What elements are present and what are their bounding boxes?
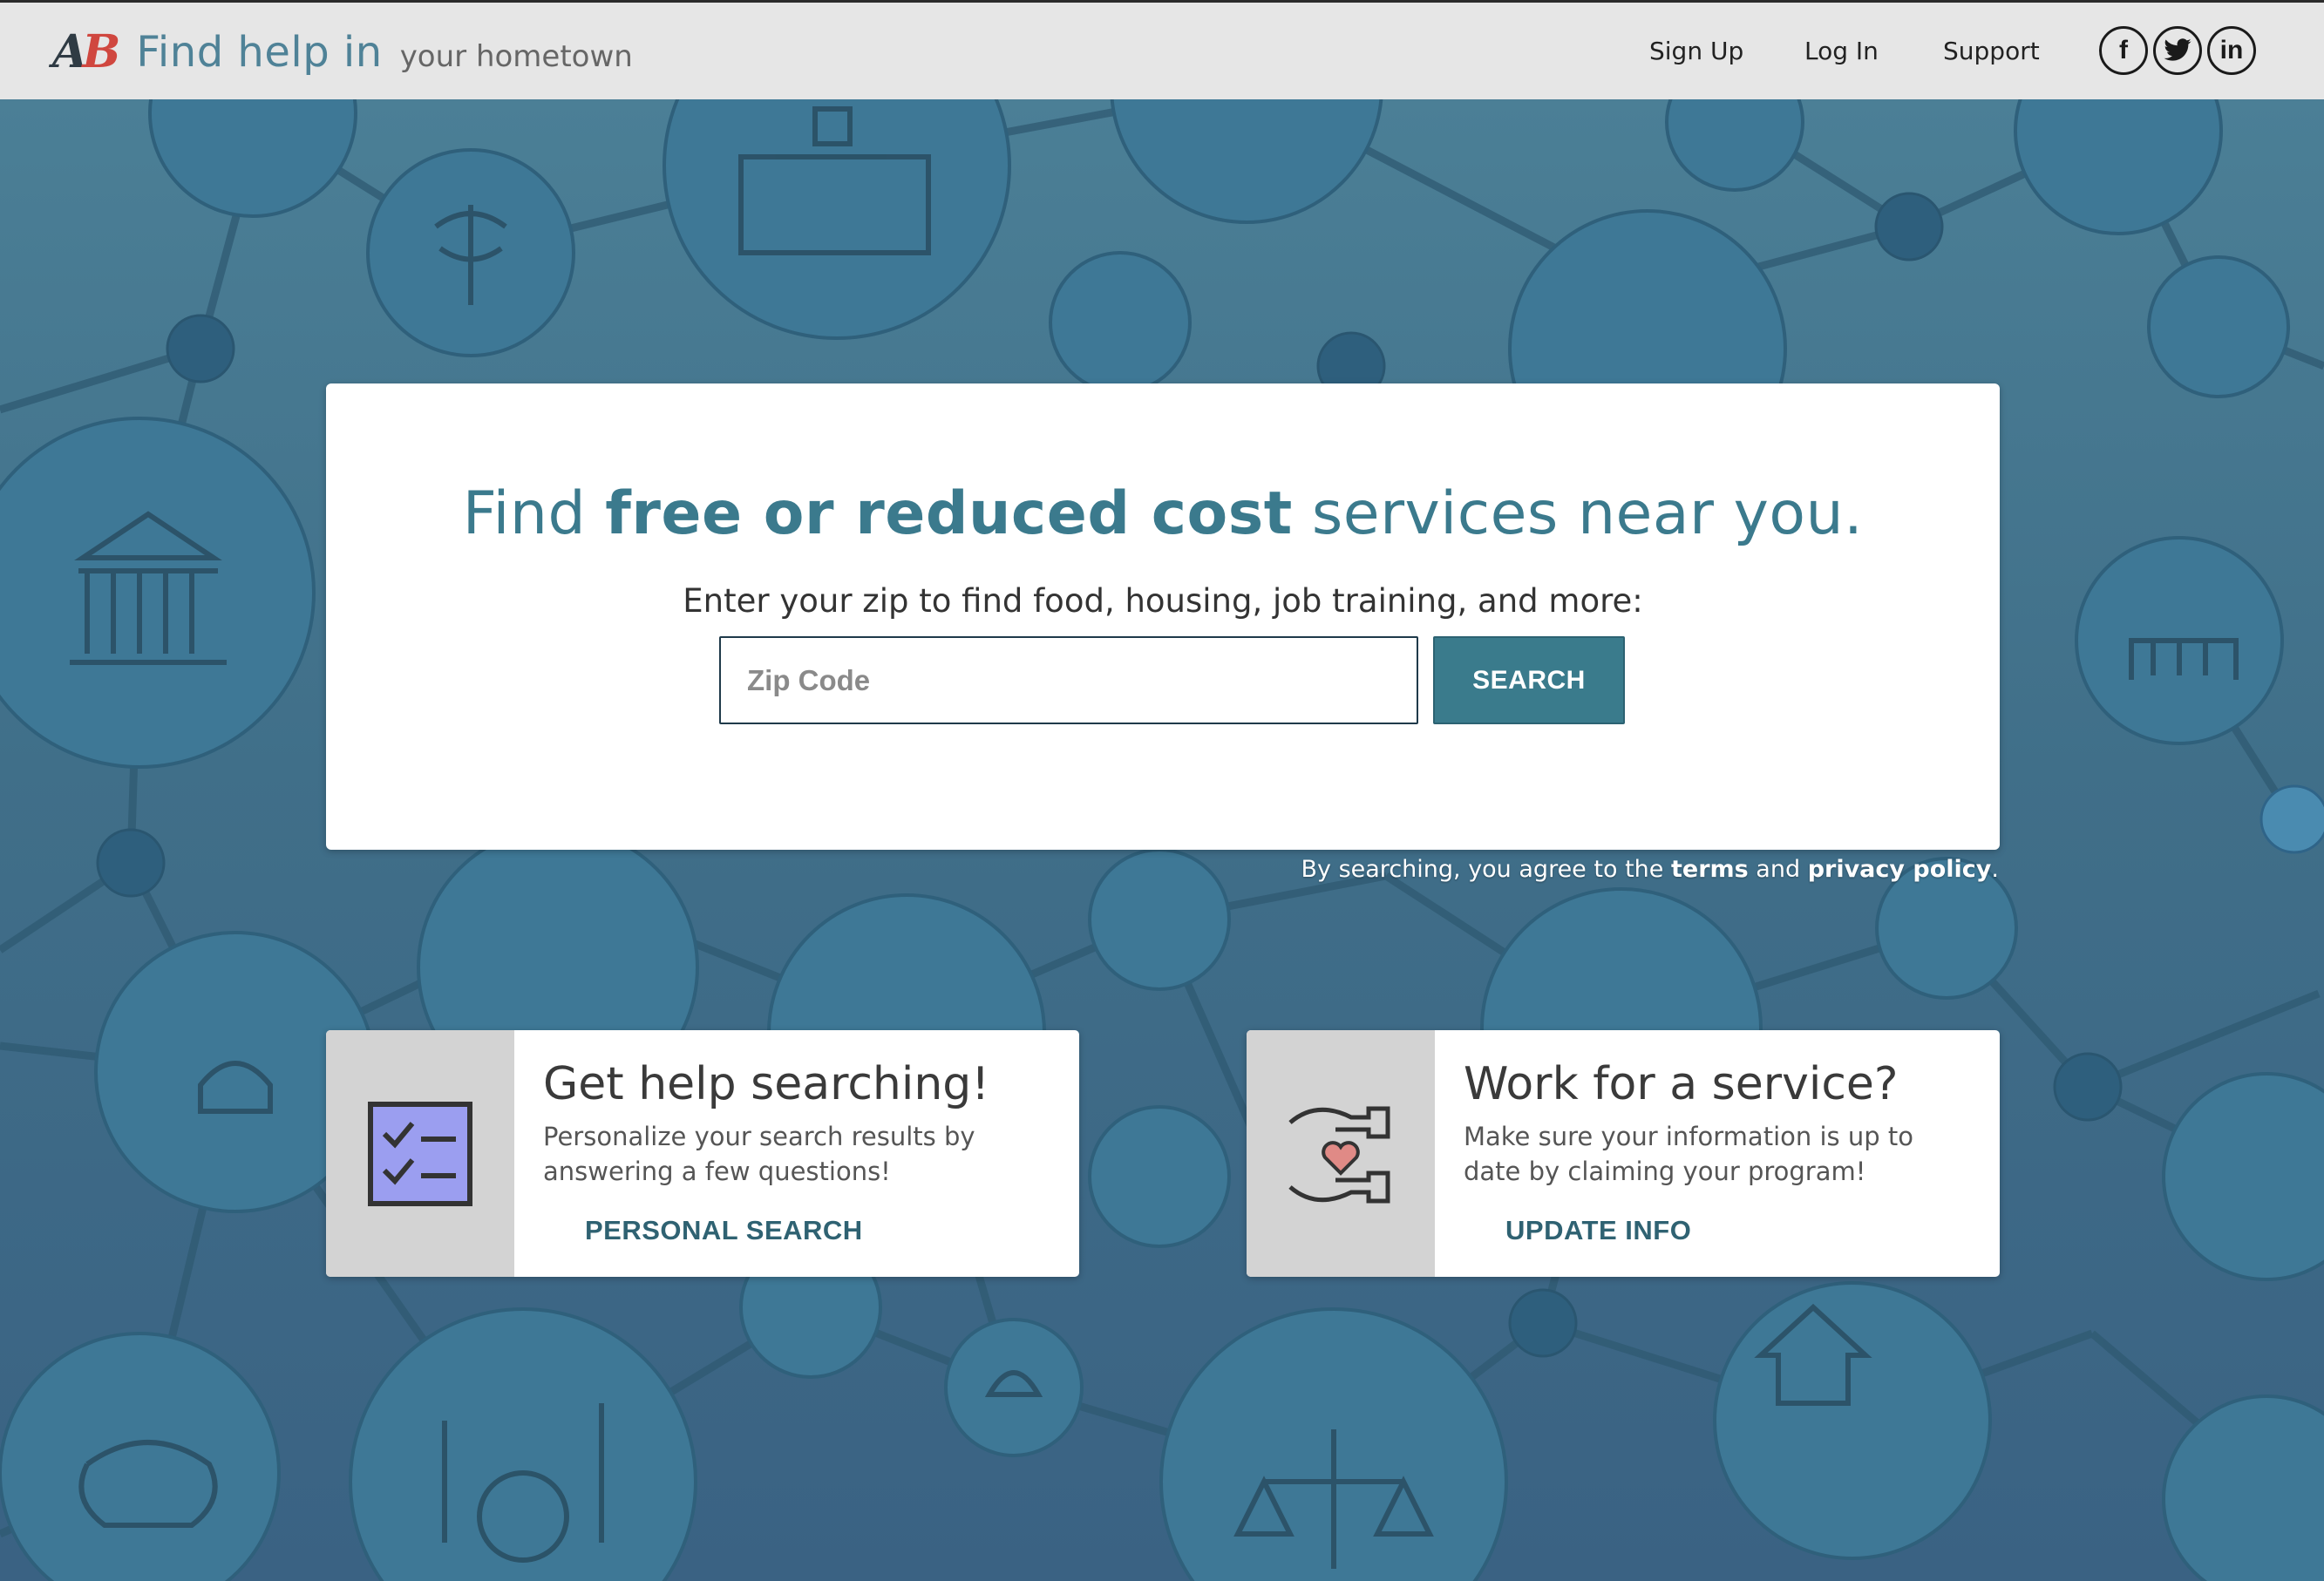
sign-up-link[interactable]: Sign Up <box>1649 34 1743 69</box>
search-headline: Find free or reduced cost services near … <box>462 479 1864 548</box>
card-description: Personalize your search results by answe… <box>543 1122 975 1186</box>
card-title: Get help searching! <box>543 1058 990 1110</box>
linkedin-icon[interactable]: in <box>2207 26 2256 75</box>
facebook-icon[interactable]: f <box>2099 26 2148 75</box>
top-navigation-bar: AB Find help in your hometown Sign Up Lo… <box>0 0 2324 99</box>
log-in-link[interactable]: Log In <box>1804 34 1879 69</box>
search-prompt: Enter your zip to find food, housing, jo… <box>683 582 1643 620</box>
zip-code-input[interactable] <box>719 636 1418 724</box>
card-description: Make sure your information is up to date… <box>1464 1122 1913 1186</box>
terms-link[interactable]: terms <box>1671 856 1749 883</box>
support-link[interactable]: Support <box>1943 34 2040 69</box>
terms-notice: By searching, you agree to the terms and… <box>1301 856 2000 883</box>
personal-search-card: Get help searching! Personalize your sea… <box>326 1030 1079 1277</box>
hands-heart-icon <box>1247 1030 1435 1277</box>
card-title: Work for a service? <box>1464 1058 1899 1110</box>
update-info-card: Work for a service? Make sure your infor… <box>1247 1030 2000 1277</box>
checklist-icon <box>326 1030 514 1277</box>
search-card: Find free or reduced cost services near … <box>326 383 2000 850</box>
search-button[interactable]: SEARCH <box>1433 636 1625 724</box>
twitter-icon[interactable] <box>2153 26 2202 75</box>
privacy-policy-link[interactable]: privacy policy <box>1808 856 1992 883</box>
brand-subtitle: your hometown <box>399 39 633 74</box>
brand-logo: AB <box>52 25 120 78</box>
brand-title: Find help in <box>136 28 383 77</box>
update-info-link[interactable]: UPDATE INFO <box>1505 1215 1691 1246</box>
brand[interactable]: AB Find help in your hometown <box>52 25 633 79</box>
personal-search-link[interactable]: PERSONAL SEARCH <box>585 1215 863 1246</box>
